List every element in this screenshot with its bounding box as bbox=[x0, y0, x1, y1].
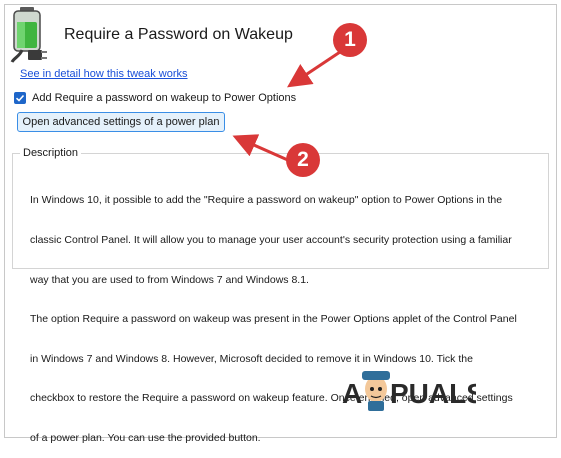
arrow-to-button bbox=[232, 134, 291, 163]
watermark-right: PUALS bbox=[390, 378, 476, 409]
annotation-arrows bbox=[232, 50, 341, 163]
mascot-icon bbox=[362, 371, 390, 411]
annotation-marker-1: 1 bbox=[333, 23, 367, 57]
watermark-left: A bbox=[342, 378, 362, 409]
appuals-watermark: A PUALS bbox=[342, 371, 476, 411]
annotation-marker-2: 2 bbox=[286, 143, 320, 177]
arrow-to-checkbox bbox=[287, 50, 341, 88]
